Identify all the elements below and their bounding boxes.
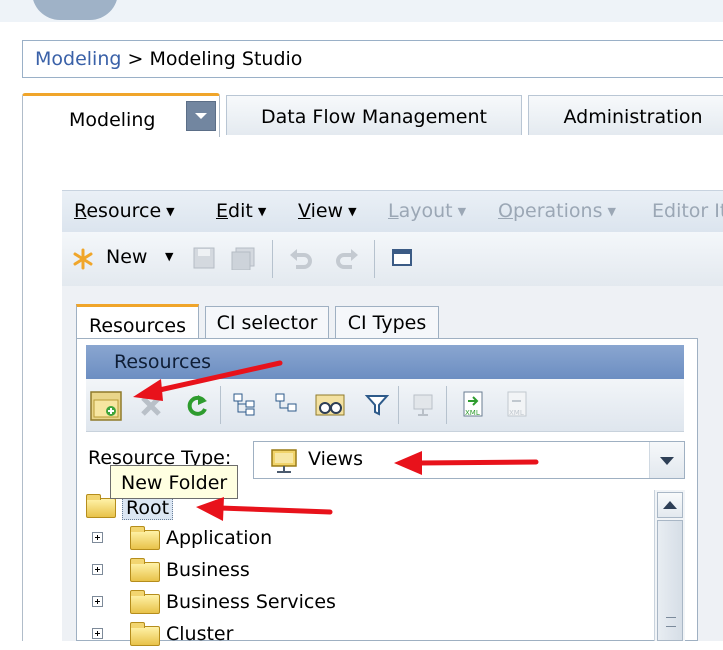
tree-item-label: Business [166, 559, 250, 581]
menu-operations[interactable]: Operations ▼ [498, 191, 616, 234]
tree-scrollbar[interactable] [654, 490, 685, 641]
tree-item-business-services[interactable]: Business Services [86, 586, 386, 618]
svg-text:XML: XML [465, 409, 480, 417]
toolbar-separator [398, 386, 399, 424]
undo-icon [290, 249, 312, 269]
menu-arrow-icon: ▼ [257, 205, 267, 218]
import-xml-icon[interactable]: XML [460, 390, 488, 420]
annotation-arrow-icon [133, 360, 283, 401]
scroll-up-button[interactable] [657, 492, 683, 518]
toolbar-separator [374, 240, 375, 278]
folder-icon [130, 526, 160, 550]
expand-icon[interactable] [92, 628, 103, 639]
grip-icon [666, 617, 676, 627]
menu-edit-mnemonic: E [216, 200, 229, 222]
tab-resources[interactable]: Resources [76, 304, 199, 340]
tab-ci-selector[interactable]: CI selector [205, 306, 329, 338]
export-xml-icon: XML [507, 391, 527, 417]
svg-text:XML: XML [509, 409, 524, 417]
menu-arrow-icon: ▼ [607, 205, 616, 218]
menu-layout-label: ayout [398, 200, 453, 222]
tab-data-flow-management[interactable]: Data Flow Management [226, 95, 522, 135]
menu-view-label: iew [310, 200, 344, 222]
main-tab-strip: Modeling Data Flow Management Administra… [22, 93, 723, 139]
menu-edit[interactable]: Edit ▼ [216, 191, 266, 234]
menu-operations-mnemonic: O [498, 200, 513, 222]
new-folder-icon[interactable] [90, 391, 122, 421]
scroll-thumb[interactable] [657, 520, 683, 641]
toolbar-separator [272, 240, 273, 278]
find-icon[interactable] [314, 391, 346, 419]
menu-edit-label: dit [228, 200, 253, 222]
views-icon [271, 449, 297, 473]
toolbar-separator [446, 386, 447, 424]
expand-icon[interactable] [92, 564, 103, 575]
save-icon [193, 247, 215, 269]
menu-resource[interactable]: Resource ▼ [74, 191, 175, 234]
new-dropdown-arrow-icon[interactable]: ▼ [165, 250, 173, 263]
tab-modeling[interactable]: Modeling [22, 93, 220, 139]
redo-icon [336, 249, 358, 269]
expand-icon[interactable] [92, 532, 103, 543]
tree-item-label: Business Services [166, 591, 336, 613]
tree-item-label: Cluster [166, 623, 234, 645]
breadcrumb: Modeling > Modeling Studio [22, 40, 723, 78]
tree-item-cluster[interactable]: Cluster [86, 618, 386, 650]
tree-item-business[interactable]: Business [86, 554, 386, 586]
tab-modeling-dropdown-button[interactable] [186, 101, 216, 131]
menubar: Resource ▼ Edit ▼ View ▼ Layout ▼ Operations… [62, 190, 723, 233]
menu-view-mnemonic: V [298, 200, 311, 222]
breadcrumb-current: Modeling Studio [149, 48, 303, 70]
tab-ci-types[interactable]: CI Types [335, 306, 439, 338]
tree-item-application[interactable]: Application [86, 522, 386, 554]
breadcrumb-link-modeling[interactable]: Modeling [35, 48, 121, 70]
menu-layout-mnemonic: L [388, 200, 399, 222]
breadcrumb-separator: > [121, 48, 150, 70]
resource-type-dropdown-button[interactable] [649, 442, 684, 478]
chevron-down-icon [660, 457, 674, 465]
chevron-down-icon [195, 113, 207, 119]
window-icon[interactable] [390, 247, 414, 269]
menu-view[interactable]: View ▼ [298, 191, 357, 234]
folder-icon [130, 558, 160, 582]
menu-resource-mnemonic: R [74, 200, 87, 222]
menu-arrow-icon: ▼ [457, 205, 467, 218]
annotation-arrow-icon [196, 497, 333, 521]
menu-arrow-icon: ▼ [348, 205, 357, 218]
annotation-arrow-icon [394, 451, 539, 475]
new-star-icon [73, 248, 93, 270]
tab-administration[interactable]: Administration [528, 95, 723, 135]
save-all-icon [231, 247, 255, 270]
tab-modeling-label: Modeling [69, 109, 156, 131]
menu-layout[interactable]: Layout ▼ [388, 191, 466, 234]
view-properties-icon [413, 394, 433, 416]
resource-tree: Root Application Business Business Servi… [86, 488, 652, 646]
chevron-up-icon [663, 501, 677, 509]
filter-icon[interactable] [364, 392, 390, 418]
folder-icon [130, 590, 160, 614]
folder-icon [130, 622, 160, 646]
menu-operations-label: perations [512, 200, 603, 222]
folder-open-icon [86, 494, 116, 518]
new-folder-tooltip: New Folder [110, 465, 238, 499]
resource-type-value: Views [308, 448, 363, 470]
expand-icon[interactable] [92, 596, 103, 607]
main-toolbar: New ▼ [62, 232, 723, 287]
menu-arrow-icon: ▼ [166, 205, 175, 218]
tree-item-label: Application [166, 527, 273, 549]
new-button[interactable]: New [106, 246, 147, 268]
menu-resource-label: esource [86, 200, 162, 222]
menu-editor-items[interactable]: Editor It [652, 191, 723, 231]
